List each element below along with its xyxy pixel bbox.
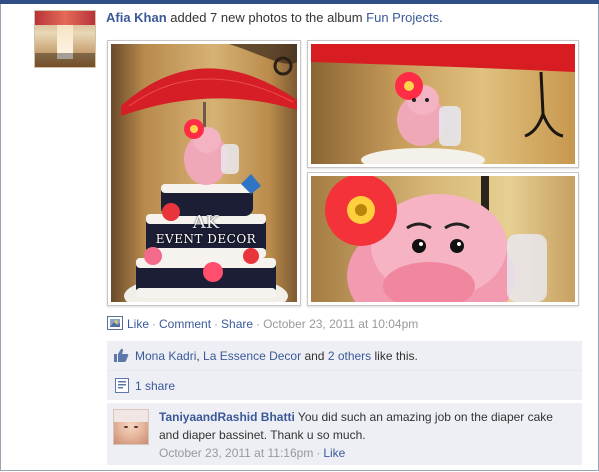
photo-2[interactable]: [307, 40, 579, 168]
thumbs-up-icon: [113, 348, 129, 366]
avatar-eye: [134, 426, 138, 428]
separator: ·: [214, 317, 219, 331]
liker-link-2[interactable]: La Essence Decor: [203, 349, 301, 363]
share-link[interactable]: Share: [221, 317, 253, 331]
others-link[interactable]: 2 others: [328, 349, 371, 363]
shares-link[interactable]: 1 share: [135, 379, 175, 393]
like-link[interactable]: Like: [127, 317, 149, 331]
story-header: Afia Khan added 7 new photos to the albu…: [106, 10, 443, 25]
likes-row: Mona Kadri, La Essence Decor and 2 other…: [107, 341, 582, 371]
comment-like-link[interactable]: Like: [323, 446, 345, 460]
doll-closeup-photo: [311, 176, 575, 302]
shares-row: 1 share: [107, 371, 582, 401]
album-link[interactable]: Fun Projects: [366, 10, 439, 25]
avatar-eye: [124, 426, 128, 428]
liker-link-1[interactable]: Mona Kadri: [135, 349, 196, 363]
story-suffix: .: [439, 10, 443, 25]
actor-name-link[interactable]: Afia Khan: [106, 10, 167, 25]
story-timestamp[interactable]: October 23, 2011 at 10:04pm: [263, 317, 418, 331]
separator: ·: [316, 446, 321, 460]
separator: ·: [152, 317, 157, 331]
watermark-line-2: EVENT DECOR: [155, 232, 257, 246]
likes-suffix: like this.: [371, 349, 418, 363]
share-doc-icon: [115, 378, 129, 396]
photo-album-icon: [107, 316, 123, 333]
photo-watermark: AK EVENT DECOR: [151, 212, 261, 247]
avatar-logo-band: [35, 53, 95, 67]
commenter-avatar[interactable]: [113, 409, 149, 445]
avatar-hat: [114, 410, 148, 422]
photo-1[interactable]: AK EVENT DECOR: [107, 40, 301, 306]
separator: ·: [256, 317, 261, 331]
comment-body: TaniyaandRashid Bhatti You did such an a…: [159, 408, 569, 462]
photo-3[interactable]: [307, 172, 579, 306]
avatar-canopy: [35, 11, 95, 25]
watermark-line-1: AK: [192, 212, 220, 233]
comment-row: TaniyaandRashid Bhatti You did such an a…: [107, 403, 582, 465]
story-actions: Like · Comment · Share · October 23, 2011 at 1…: [107, 316, 418, 333]
comment-meta: October 23, 2011 at 11:16pm · Like: [159, 444, 569, 462]
commenter-name-link[interactable]: TaniyaandRashid Bhatti: [159, 410, 295, 424]
story-verb: added 7 new photos to the album: [166, 10, 367, 25]
diaper-cake-photo: AK EVENT DECOR: [111, 44, 297, 302]
comment-link[interactable]: Comment: [159, 317, 211, 331]
actor-avatar[interactable]: [34, 10, 96, 68]
likes-conjunction: and: [301, 349, 328, 363]
comment-timestamp[interactable]: October 23, 2011 at 11:16pm: [159, 446, 313, 460]
umbrella-doll-photo: [311, 44, 575, 164]
